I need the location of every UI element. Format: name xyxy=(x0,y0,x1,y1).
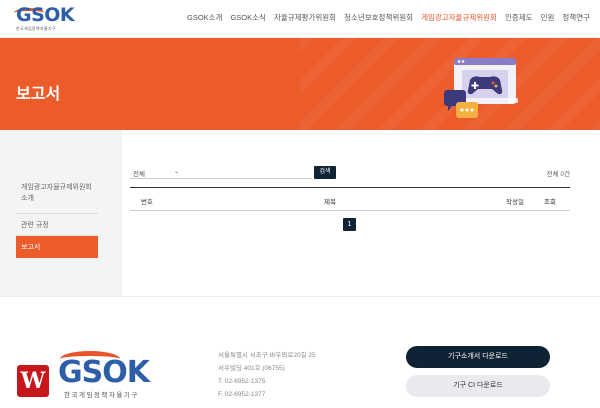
nav-gsok-intro[interactable]: GSOK소개 xyxy=(187,12,222,23)
column-header-date: 작성일 xyxy=(506,199,524,206)
page-title: 보고서 xyxy=(16,86,61,103)
sidebar: 게임광고자율규제위원회 소개 관련 규정 보고서 xyxy=(0,130,122,296)
phone-line: T. 02-6952-1375 xyxy=(218,378,266,385)
column-header-number: 번호 xyxy=(141,199,153,206)
chevron-down-icon: ⌄ xyxy=(173,169,179,175)
address-line: 서울특별시 서초구 바우뫼로20길 25 xyxy=(218,352,316,359)
sidebar-menu: 게임광고자율규제위원회 소개 관련 규정 보고서 xyxy=(16,182,98,258)
site-header: GSOK 한국게임정책자율기구 GSOK소개 GSOK소식 자율규제평가위원회 … xyxy=(0,0,600,38)
nav-gsok-news[interactable]: GSOK소식 xyxy=(230,12,265,23)
logo-subtitle: 한국게임정책자율기구 xyxy=(16,26,56,31)
search-button[interactable]: 검색 xyxy=(314,166,336,179)
gsok-logo[interactable]: GSOK 한국게임정책자율기구 xyxy=(14,4,75,32)
footer-logo-text: GSOK xyxy=(58,355,150,390)
logo-text: GSOK xyxy=(16,4,75,26)
footer-logo-subtitle: 한국게임정책자율기구 xyxy=(64,392,139,399)
search-category-value: 전체 xyxy=(133,171,145,178)
report-table: 번호 제목 작성일 조회 xyxy=(130,187,570,211)
footer-gsok-logo: GSOK 한국게임정책자율기구 xyxy=(58,347,158,399)
column-header-views: 조회 xyxy=(544,199,556,206)
search-bar: 전체 ⌄ 검색 전체 0건 xyxy=(130,166,570,180)
pagination-page-1[interactable]: 1 xyxy=(343,218,356,231)
sidebar-item-ad-committee-intro[interactable]: 게임광고자율규제위원회 소개 xyxy=(16,182,98,214)
nav-self-regulation-committee[interactable]: 자율규제평가위원회 xyxy=(274,12,336,23)
total-count: 전체 0건 xyxy=(546,171,570,178)
nav-certification[interactable]: 인증제도 xyxy=(505,12,533,23)
ci-download-button[interactable]: 기구 CI 다운로드 xyxy=(406,375,550,397)
nav-policy-research[interactable]: 정책연구 xyxy=(562,12,590,23)
footer-address: 서울특별시 서초구 바우뫼로20길 25 서우빌딩 401호 (06755) T… xyxy=(218,349,316,401)
nav-complaints[interactable]: 민원 xyxy=(541,12,555,23)
game-controller-illustration-icon xyxy=(444,58,518,118)
site-footer: W GSOK 한국게임정책자율기구 서울특별시 서초구 바우뫼로20길 25 서… xyxy=(0,296,600,408)
hero-banner: 보고서 xyxy=(0,38,600,130)
sidebar-item-reports[interactable]: 보고서 xyxy=(16,236,98,258)
w-logo-icon: W xyxy=(17,365,49,397)
search-input[interactable] xyxy=(182,166,312,179)
nav-game-ad-committee[interactable]: 게임광고자율규제위원회 xyxy=(421,12,497,23)
main-nav: GSOK소개 GSOK소식 자율규제평가위원회 청소년보호정책위원회 게임광고자… xyxy=(187,12,590,23)
search-category-select[interactable]: 전체 ⌄ xyxy=(130,166,182,179)
brochure-download-button[interactable]: 기구소개서 다운로드 xyxy=(406,346,550,368)
sidebar-item-regulations[interactable]: 관련 규정 xyxy=(16,214,98,236)
address-line: 서우빌딩 401호 (06755) xyxy=(218,365,285,372)
fax-line: F. 02-6952-1377 xyxy=(218,391,266,398)
column-header-title: 제목 xyxy=(324,199,336,206)
nav-youth-protection-committee[interactable]: 청소년보호정책위원회 xyxy=(344,12,413,23)
